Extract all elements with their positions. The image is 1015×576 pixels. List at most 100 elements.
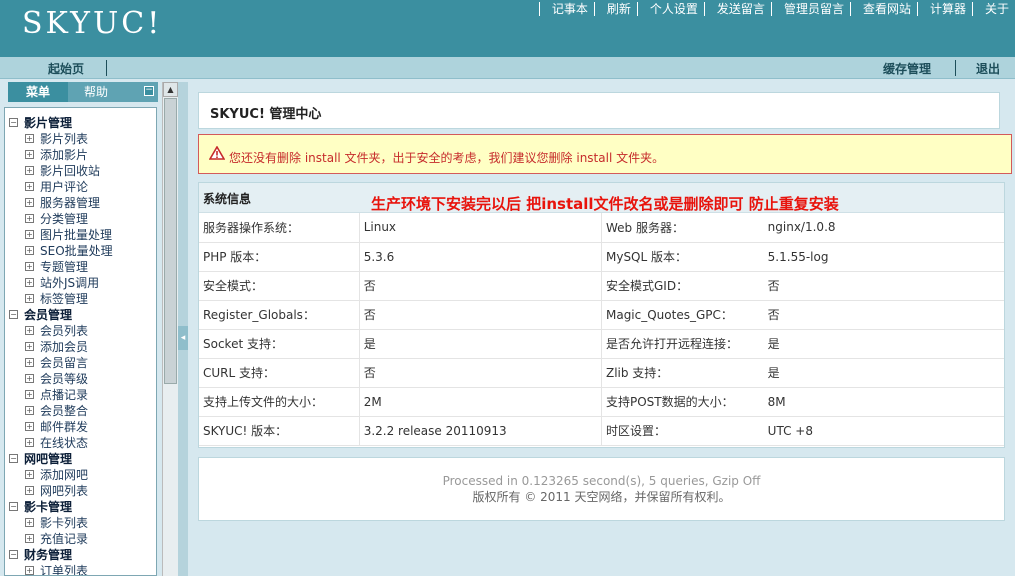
top-nav-item[interactable]: 刷新 (593, 2, 637, 16)
info-value: 否 (358, 300, 602, 330)
top-nav-item[interactable]: 发送留言 (703, 2, 771, 16)
info-label: 安全模式GID： (600, 271, 764, 301)
top-nav-item[interactable]: 关于 (971, 2, 1015, 16)
menu-item-label: 图片批量处理 (40, 227, 113, 242)
info-value: 2M (358, 387, 602, 417)
processed-info: Processed in 0.123265 second(s), 5 queri… (442, 474, 761, 488)
top-nav-item[interactable]: 管理员留言 (770, 2, 850, 16)
menu-item[interactable]: + 在线状态 (5, 434, 156, 450)
collapse-box-icon[interactable]: − (9, 309, 18, 319)
info-value: 3.2.2 release 20110913 (358, 416, 602, 446)
collapse-box-icon[interactable]: − (9, 453, 18, 463)
install-note: 生产环境下安装完以后 把install文件改名或是删除即可 防止重复安装 (371, 195, 839, 213)
tab-menu[interactable]: 菜单 (8, 82, 68, 102)
warning-icon (209, 146, 225, 160)
scroll-up-icon[interactable]: ▲ (163, 82, 178, 97)
tab-help-label: 帮助 (84, 85, 109, 99)
menu-item-label: SEO批量处理 (40, 243, 113, 258)
menu-item[interactable]: + 添加会员 (5, 338, 156, 354)
top-nav-item[interactable]: 个人设置 (636, 2, 704, 16)
logout-link[interactable]: 退出 (976, 60, 1000, 77)
table-row: Socket 支持：是是否允许打开远程连接：是 (199, 329, 1004, 359)
menu-item[interactable]: + 添加网吧 (5, 466, 156, 482)
item-bullet-icon: + (25, 517, 34, 527)
menu-item[interactable]: + SEO批量处理 (5, 242, 156, 258)
system-info-panel: 系统信息 生产环境下安装完以后 把install文件改名或是删除即可 防止重复安… (198, 182, 1005, 448)
info-value: 8M (763, 387, 1004, 417)
menu-item[interactable]: + 分类管理 (5, 210, 156, 226)
top-nav-item[interactable]: 计算器 (916, 2, 972, 16)
menu-item[interactable]: + 添加影片 (5, 146, 156, 162)
menu-item[interactable]: + 点播记录 (5, 386, 156, 402)
table-row: CURL 支持：否 Zlib 支持：是 (199, 358, 1004, 388)
item-bullet-icon: + (25, 421, 34, 431)
menu-item-label: 用户评论 (40, 179, 89, 194)
item-bullet-icon: + (25, 341, 34, 351)
collapse-box-icon[interactable]: − (9, 549, 18, 559)
menu-item[interactable]: + 会员等级 (5, 370, 156, 386)
item-bullet-icon: + (25, 469, 34, 479)
menu-item[interactable]: + 订单列表 (5, 562, 156, 575)
info-label: Zlib 支持： (600, 358, 764, 388)
info-value: 是 (763, 358, 1004, 388)
menu-item-label: 会员留言 (40, 355, 89, 370)
scrollbar-thumb[interactable] (164, 98, 177, 384)
menu-item[interactable]: + 充值记录 (5, 530, 156, 546)
system-info-title: 系统信息 (203, 192, 252, 206)
info-label: Magic_Quotes_GPC： (600, 300, 764, 330)
cache-management-link[interactable]: 缓存管理 (883, 60, 931, 77)
menu-item[interactable]: + 影片回收站 (5, 162, 156, 178)
menu-item[interactable]: + 服务器管理 (5, 194, 156, 210)
item-bullet-icon: + (25, 485, 34, 495)
menu-item[interactable]: + 影片列表 (5, 130, 156, 146)
collapse-icon[interactable]: − (144, 86, 154, 96)
warning-box: 您还没有删除 install 文件夹，出于安全的考虑，我们建议您删除 insta… (198, 134, 1012, 174)
menu-item[interactable]: + 用户评论 (5, 178, 156, 194)
tab-help[interactable]: 帮助 − (68, 82, 158, 102)
menu-group[interactable]: − 网吧管理 (5, 450, 156, 466)
info-value: 是 (358, 329, 602, 359)
menu-item[interactable]: + 影卡列表 (5, 514, 156, 530)
menu-item[interactable]: + 会员留言 (5, 354, 156, 370)
menu-group[interactable]: − 财务管理 (5, 546, 156, 562)
menu-item[interactable]: + 会员整合 (5, 402, 156, 418)
info-label: 是否允许打开远程连接： (600, 329, 764, 359)
menu-item-label: 站外JS调用 (40, 275, 100, 290)
info-label: 服务器操作系统： (199, 213, 360, 243)
top-nav-item[interactable]: 查看网站 (849, 2, 917, 16)
menu-item[interactable]: + 网吧列表 (5, 482, 156, 498)
top-header: SKYUC! 记事本 刷新 个人设置 发送留言 管理员留言 查看网站 计算器 关于 (0, 0, 1015, 57)
sidebar-scrollbar[interactable]: ▲ (162, 82, 178, 576)
info-label: 时区设置： (600, 416, 764, 446)
menu-group[interactable]: − 影片管理 (5, 114, 156, 130)
menu-group-label: 会员管理 (24, 307, 73, 322)
collapse-arrow-icon[interactable]: ◂ (178, 326, 188, 350)
sidebar-toggle-bar[interactable]: ◂ (178, 82, 188, 576)
menu-group[interactable]: − 影卡管理 (5, 498, 156, 514)
menu-item-label: 专题管理 (40, 259, 89, 274)
info-value: 5.1.55-log (763, 242, 1004, 272)
menu-item[interactable]: + 会员列表 (5, 322, 156, 338)
collapse-box-icon[interactable]: − (9, 501, 18, 511)
menu-group[interactable]: − 会员管理 (5, 306, 156, 322)
menu-item-label: 充值记录 (40, 531, 89, 546)
item-bullet-icon: + (25, 437, 34, 447)
menu-item[interactable]: + 专题管理 (5, 258, 156, 274)
info-label: Register_Globals： (199, 300, 360, 330)
start-page-link[interactable]: 起始页 (48, 60, 84, 77)
menu-item-label: 影片回收站 (40, 163, 101, 178)
collapse-box-icon[interactable]: − (9, 117, 18, 127)
top-nav-item[interactable]: 记事本 (538, 2, 594, 16)
item-bullet-icon: + (25, 565, 34, 575)
page-title-box: SKYUC! 管理中心 (198, 92, 1000, 129)
top-nav: 记事本 刷新 个人设置 发送留言 管理员留言 查看网站 计算器 关于 (538, 2, 1015, 16)
item-bullet-icon: + (25, 133, 34, 143)
menu-item[interactable]: + 站外JS调用 (5, 274, 156, 290)
menu-item-label: 会员整合 (40, 403, 89, 418)
menu-item-label: 分类管理 (40, 211, 89, 226)
menu-item[interactable]: + 邮件群发 (5, 418, 156, 434)
item-bullet-icon: + (25, 533, 34, 543)
menu-item[interactable]: + 图片批量处理 (5, 226, 156, 242)
table-row: 服务器操作系统： Linux Web 服务器： nginx/1.0.8 (199, 213, 1004, 243)
menu-item[interactable]: + 标签管理 (5, 290, 156, 306)
